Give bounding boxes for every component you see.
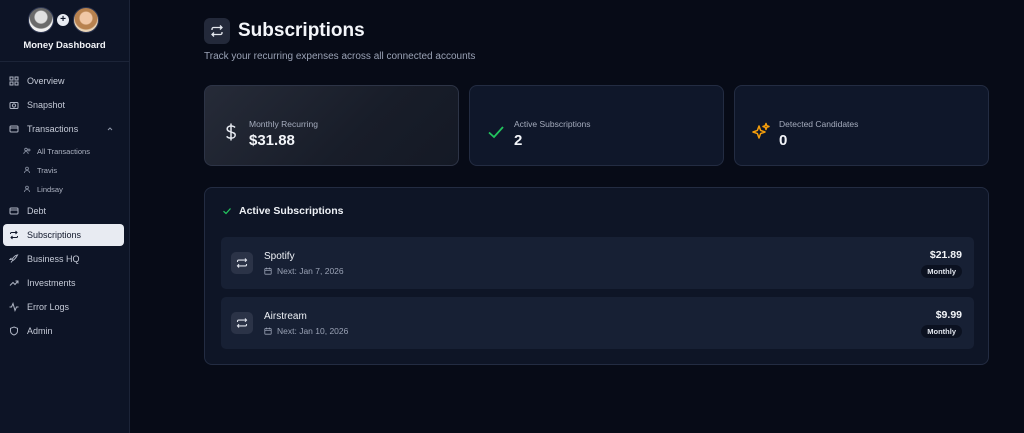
stat-value: 2 [514,132,523,149]
subscription-row[interactable]: Airstream Next: Jan 10, 2026 $9.99 Month… [221,297,974,349]
subscription-amount: $21.89 [929,249,962,261]
subscription-next-date: Next: Jan 10, 2026 [264,326,348,336]
repeat-icon [9,230,19,240]
stat-label: Detected Candidates [779,119,859,129]
sidebar-subitem-lindsay[interactable]: Lindsay [3,180,124,198]
subscription-next-date: Next: Jan 7, 2026 [264,266,344,276]
sidebar-item-admin[interactable]: Admin [3,320,124,342]
grid-icon [9,76,19,86]
stat-value: 0 [779,132,788,149]
sidebar-item-label: Admin [27,326,53,336]
stat-card-detected-candidates: Detected Candidates 0 [734,85,989,166]
sidebar-item-label: Transactions [27,124,79,134]
dollar-icon [221,122,241,142]
active-subscriptions-panel: Active Subscriptions Spotify Next: Jan 7… [204,187,989,365]
sidebar-item-label: Overview [27,76,65,86]
sidebar-item-snapshot[interactable]: Snapshot [3,94,124,116]
sparkles-icon [751,122,771,142]
panel-header: Active Subscriptions [222,205,343,217]
activity-icon [9,302,19,312]
stat-label: Monthly Recurring [249,119,318,129]
sidebar-item-business-hq[interactable]: Business HQ [3,248,124,270]
sidebar-item-label: Debt [27,206,47,216]
card-icon [9,124,19,134]
calendar-icon [264,327,272,335]
avatar[interactable] [73,7,99,33]
avatar[interactable] [28,7,54,33]
chevron-up-icon[interactable] [106,125,114,133]
shield-icon [9,326,19,336]
page-title: Subscriptions [238,20,365,41]
page-subtitle: Track your recurring expenses across all… [204,51,476,62]
sidebar-subitem-label: Lindsay [37,184,63,194]
repeat-icon [204,18,230,44]
sidebar-item-transactions[interactable]: Transactions [3,118,124,140]
plus-icon: + [57,14,69,26]
sidebar-item-label: Snapshot [27,100,66,110]
sidebar-subitem-label: Travis [37,165,58,175]
sidebar-item-overview[interactable]: Overview [3,70,124,92]
sidebar-subitem-travis[interactable]: Travis [3,161,124,179]
repeat-icon [231,312,253,334]
main-content: Subscriptions Track your recurring expen… [131,0,1024,433]
frequency-badge: Monthly [921,265,962,278]
sidebar-item-label: Error Logs [27,302,70,312]
sidebar-item-label: Investments [27,278,76,288]
trending-up-icon [9,278,19,288]
next-date-text: Next: Jan 7, 2026 [277,266,344,276]
page-header: Subscriptions [204,18,365,44]
check-icon [486,122,506,142]
next-date-text: Next: Jan 10, 2026 [277,326,349,336]
card-icon [9,206,19,216]
stat-value: $31.88 [249,132,295,149]
sidebar-item-error-logs[interactable]: Error Logs [3,296,124,318]
subscription-amount: $9.99 [935,309,962,321]
sidebar-item-investments[interactable]: Investments [3,272,124,294]
avatar-group: + [0,7,129,33]
sidebar-item-subscriptions[interactable]: Subscriptions [3,224,124,246]
frequency-badge: Monthly [921,325,962,338]
brand-name: Money Dashboard [23,40,106,51]
sidebar-subitem-all-transactions[interactable]: All Transactions [3,142,124,160]
subscription-row[interactable]: Spotify Next: Jan 7, 2026 $21.89 Monthly [221,237,974,289]
repeat-icon [231,252,253,274]
brand-header: + Money Dashboard [0,0,129,62]
camera-icon [9,100,19,110]
user-icon [23,185,31,193]
calendar-icon [264,267,272,275]
sidebar-item-debt[interactable]: Debt [3,200,124,222]
stat-label: Active Subscriptions [514,119,591,129]
stat-card-monthly-recurring: Monthly Recurring $31.88 [204,85,459,166]
users-icon [23,147,31,155]
sidebar-nav: Overview Snapshot Transactions All Trans… [0,62,129,342]
subscription-name: Airstream [264,311,307,322]
sidebar-subitem-label: All Transactions [37,146,90,156]
stat-card-active-subscriptions: Active Subscriptions 2 [469,85,724,166]
rocket-icon [9,254,19,264]
subscription-name: Spotify [264,251,295,262]
panel-title: Active Subscriptions [239,205,344,217]
sidebar-item-label: Business HQ [27,254,80,264]
sidebar-item-label: Subscriptions [27,230,82,240]
sidebar: + Money Dashboard Overview Snapshot Tran… [0,0,130,433]
check-icon [223,208,231,215]
user-icon [23,166,31,174]
